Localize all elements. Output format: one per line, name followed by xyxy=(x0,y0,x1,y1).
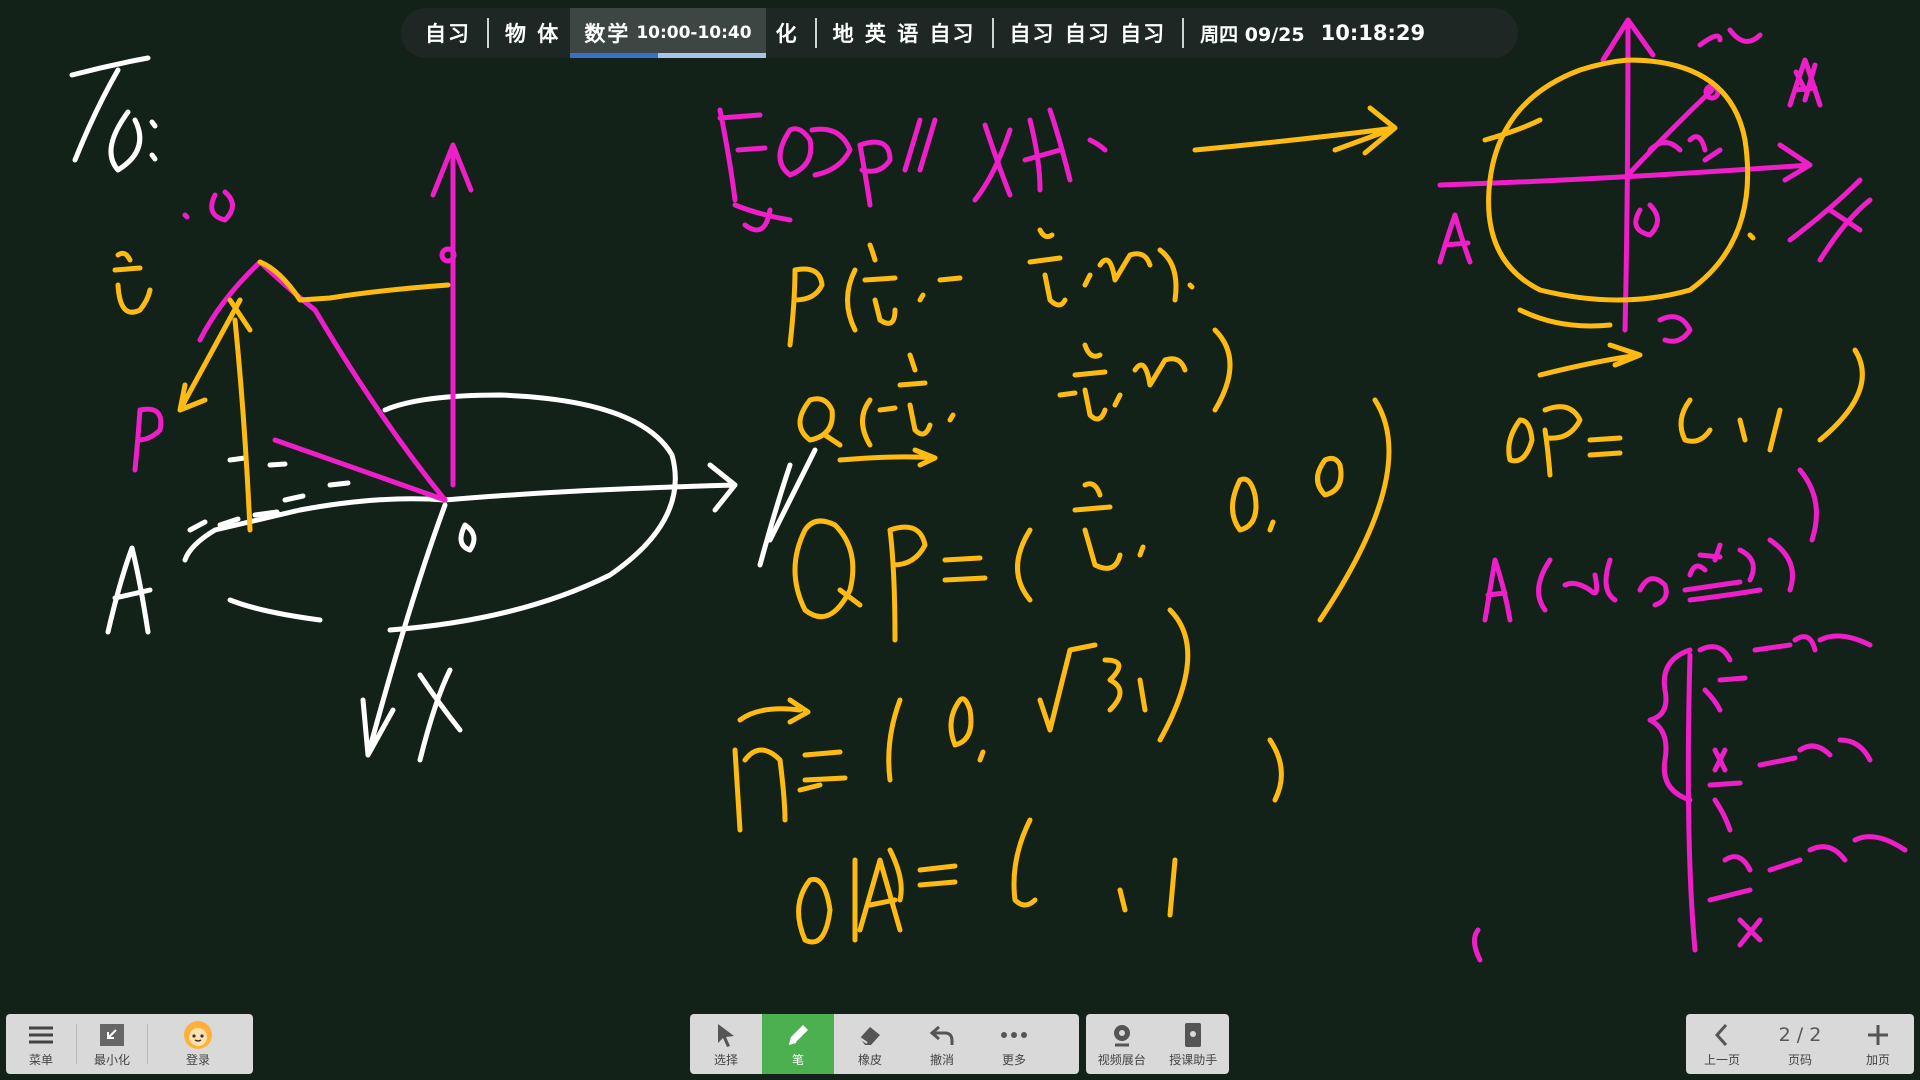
toolbar-left: 菜单 最小化 登录 xyxy=(6,1014,253,1074)
page-count: 2 / 2 xyxy=(1778,1023,1822,1046)
prev-page-label: 上一页 xyxy=(1703,1052,1740,1067)
pen-icon xyxy=(785,1021,811,1049)
toolbar-tools: 选择 笔 橡皮 撤消 更多 xyxy=(690,1014,1079,1074)
magenta-ink xyxy=(132,17,1908,963)
avatar-icon xyxy=(183,1020,213,1049)
toolbar-extra: 视频展台 授课助手 xyxy=(1086,1014,1229,1074)
add-page-button[interactable]: 加页 xyxy=(1842,1014,1914,1074)
cursor-icon xyxy=(714,1021,738,1049)
login-button[interactable]: 登录 xyxy=(148,1014,248,1074)
select-label: 选择 xyxy=(713,1052,738,1067)
pen-label: 笔 xyxy=(791,1052,804,1067)
page-indicator[interactable]: 2 / 2 页码 xyxy=(1758,1014,1842,1074)
whiteboard-canvas[interactable] xyxy=(0,0,1920,1010)
teaching-assistant-button[interactable]: 授课助手 xyxy=(1158,1014,1230,1074)
select-tool-button[interactable]: 选择 xyxy=(690,1014,762,1074)
undo-icon xyxy=(929,1021,955,1049)
teaching-assistant-label: 授课助手 xyxy=(1169,1052,1218,1067)
video-booth-label: 视频展台 xyxy=(1097,1052,1146,1067)
minimize-icon xyxy=(98,1021,126,1049)
camera-icon xyxy=(1109,1021,1135,1049)
phone-icon xyxy=(1182,1021,1204,1049)
undo-button[interactable]: 撤消 xyxy=(906,1014,978,1074)
menu-button[interactable]: 菜单 xyxy=(6,1014,76,1074)
chevron-left-icon xyxy=(1712,1021,1732,1049)
pen-tool-button[interactable]: 笔 xyxy=(762,1014,834,1074)
video-booth-button[interactable]: 视频展台 xyxy=(1086,1014,1158,1074)
eraser-tool-button[interactable]: 橡皮 xyxy=(834,1014,906,1074)
page-label: 页码 xyxy=(1787,1052,1812,1067)
hamburger-icon xyxy=(27,1021,55,1049)
minimize-label: 最小化 xyxy=(93,1052,130,1067)
eraser-label: 橡皮 xyxy=(857,1052,882,1067)
more-label: 更多 xyxy=(1001,1052,1026,1067)
undo-label: 撤消 xyxy=(929,1052,954,1067)
prev-page-button[interactable]: 上一页 xyxy=(1686,1014,1758,1074)
eraser-icon xyxy=(857,1021,883,1049)
login-label: 登录 xyxy=(185,1052,210,1067)
menu-label: 菜单 xyxy=(28,1052,53,1067)
plus-icon xyxy=(1865,1021,1891,1049)
more-dots-icon xyxy=(999,1021,1029,1049)
more-button[interactable]: 更多 xyxy=(978,1014,1050,1074)
toolbar-pager: 上一页 2 / 2 页码 加页 xyxy=(1686,1014,1914,1074)
add-page-label: 加页 xyxy=(1865,1052,1890,1067)
minimize-button[interactable]: 最小化 xyxy=(77,1014,147,1074)
